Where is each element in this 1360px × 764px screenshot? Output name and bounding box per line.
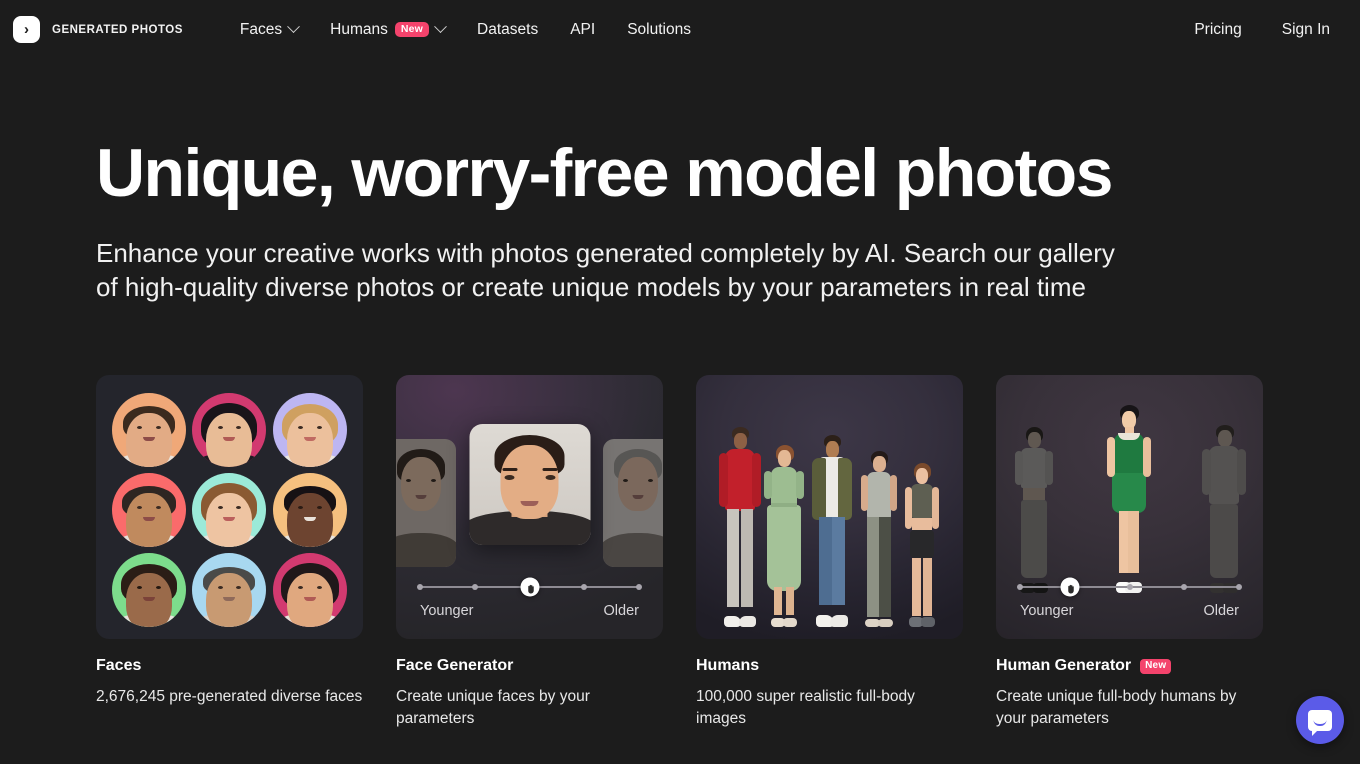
avatar: [192, 393, 267, 467]
card-title-row: Human Generator New: [996, 657, 1263, 675]
chevron-down-icon: [287, 20, 300, 34]
slider-tick: [581, 584, 588, 590]
primary-nav: Faces Humans New Datasets API Solutions: [239, 20, 691, 39]
nav-item-sign-in[interactable]: Sign In: [1282, 21, 1330, 39]
chevron-right-logo-icon: ›: [13, 16, 40, 43]
avatar: [272, 473, 347, 547]
model-figure-selected: [1099, 405, 1159, 593]
nav-item-solutions[interactable]: Solutions: [627, 21, 691, 39]
slider-tick: [1017, 584, 1023, 590]
brand-logo[interactable]: › GENERATED PHOTOS: [13, 16, 183, 43]
slider-tick: [1181, 584, 1188, 590]
slider-tick: [471, 584, 478, 590]
avatar: [272, 553, 347, 627]
faces-avatar-grid[interactable]: [96, 375, 363, 639]
side-face-thumbnail: [603, 439, 663, 567]
feature-card-row: Faces 2,676,245 pre-generated diverse fa…: [96, 375, 1263, 730]
model-figure: [855, 441, 903, 627]
avatar: [192, 473, 267, 547]
nav-item-label: Faces: [239, 20, 283, 38]
card-title: Faces: [96, 657, 142, 674]
secondary-nav: Pricing Sign In: [1194, 21, 1330, 39]
slider-label-younger: Younger: [1020, 603, 1074, 619]
card-title: Face Generator: [396, 657, 514, 674]
chat-bubble-smile-icon: [1308, 709, 1332, 736]
avatar: [112, 553, 187, 627]
card-description: Create unique faces by your parameters: [396, 688, 590, 727]
page-subtitle: Enhance your creative works with photos …: [96, 238, 1115, 303]
model-figure: [715, 427, 765, 627]
nav-item-faces[interactable]: Faces: [239, 20, 300, 39]
age-slider[interactable]: Younger Older: [417, 577, 642, 619]
age-slider[interactable]: Younger Older: [1017, 577, 1242, 619]
model-figure: [899, 449, 945, 627]
new-badge: New: [394, 21, 430, 38]
slider-handle[interactable]: [520, 577, 539, 597]
card-description: Create unique full-body humans by your p…: [996, 688, 1237, 727]
nav-item-humans[interactable]: Humans New: [330, 20, 447, 39]
chevron-down-icon: [434, 20, 447, 34]
side-face-thumbnail: [396, 439, 456, 567]
slider-track[interactable]: [417, 577, 642, 597]
slider-label-younger: Younger: [420, 603, 474, 619]
slider-label-older: Older: [603, 603, 639, 619]
avatar: [112, 393, 187, 467]
card-title-row: Faces: [96, 657, 363, 675]
avatar: [272, 393, 347, 467]
nav-item-label: Sign In: [1281, 20, 1330, 38]
nav-item-pricing[interactable]: Pricing: [1194, 21, 1241, 39]
slider-handle[interactable]: [1060, 577, 1080, 597]
avatar: [192, 553, 267, 627]
card-description: 2,676,245 pre-generated diverse faces: [96, 688, 363, 705]
top-navbar: › GENERATED PHOTOS Faces Humans New Data…: [0, 0, 1360, 59]
grab-cursor-icon: [527, 584, 534, 594]
card-title-row: Face Generator: [396, 657, 663, 675]
model-figure: [759, 437, 809, 627]
slider-tick: [417, 584, 423, 590]
selected-face-thumbnail: [469, 424, 590, 545]
nav-item-label: Humans: [330, 20, 388, 38]
card-title: Humans: [696, 657, 760, 674]
nav-item-api[interactable]: API: [570, 21, 595, 39]
face-generator-preview[interactable]: Younger Older: [396, 375, 663, 639]
humans-preview[interactable]: [696, 375, 963, 639]
slider-tick: [636, 584, 642, 590]
nav-item-label: Solutions: [627, 20, 691, 38]
card-description: 100,000 super realistic full-body images: [696, 688, 915, 727]
hero-section: Unique, worry-free model photos Enhance …: [96, 139, 1296, 304]
new-badge: New: [1140, 658, 1172, 674]
card-title: Human Generator: [996, 657, 1132, 674]
slider-tick: [1236, 584, 1242, 590]
slider-track[interactable]: [1017, 577, 1242, 597]
nav-item-label: Pricing: [1194, 20, 1242, 38]
model-figure-older: [1197, 421, 1251, 593]
grab-cursor-icon: [1068, 584, 1075, 594]
feature-card-face-generator[interactable]: Younger Older Face Generator Create uniq…: [396, 375, 663, 730]
nav-item-datasets[interactable]: Datasets: [477, 21, 538, 39]
slider-label-older: Older: [1203, 603, 1239, 619]
avatar: [112, 473, 187, 547]
page-title: Unique, worry-free model photos: [96, 135, 1113, 211]
human-generator-preview[interactable]: Younger Older: [996, 375, 1263, 639]
feature-card-human-generator[interactable]: Younger Older Human Generator New Create…: [996, 375, 1263, 730]
model-figure-younger: [1008, 423, 1060, 593]
chat-widget-button[interactable]: [1296, 696, 1344, 744]
feature-card-faces[interactable]: Faces 2,676,245 pre-generated diverse fa…: [96, 375, 363, 730]
model-figure: [805, 431, 859, 627]
card-title-row: Humans: [696, 657, 963, 675]
brand-name: GENERATED PHOTOS: [52, 23, 183, 36]
feature-card-humans[interactable]: Humans 100,000 super realistic full-body…: [696, 375, 963, 730]
nav-item-label: Datasets: [477, 20, 539, 38]
slider-tick: [1126, 584, 1133, 590]
nav-item-label: API: [570, 20, 596, 38]
